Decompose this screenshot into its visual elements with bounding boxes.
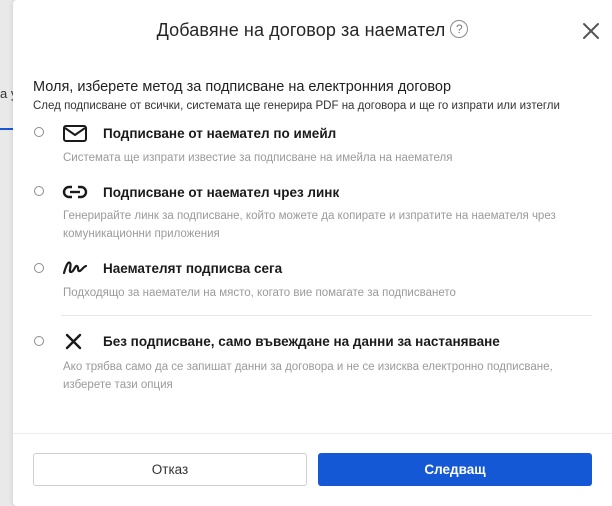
option-description: Системата ще изпрати известие за подписв… [63, 152, 453, 164]
option-title: Подписване от наемател чрез линк [103, 185, 340, 200]
cancel-button[interactable]: Отказ [33, 453, 307, 486]
radio-sign-by-link[interactable] [34, 186, 44, 196]
dialog-header: Добавяне на договор за наемател ? [13, 0, 612, 60]
intro-subtitle: След подписване от всички, системата ще … [33, 100, 560, 112]
close-icon [583, 23, 599, 39]
radio-sign-now[interactable] [34, 263, 44, 273]
link-icon [62, 185, 88, 199]
options-divider [61, 315, 592, 316]
next-button[interactable]: Следващ [318, 453, 592, 486]
option-title: Подписване от наемател по имейл [103, 126, 337, 141]
intro-section: Моля, изберете метод за подписване на ел… [33, 79, 603, 112]
option-description: Подходящо за наематели на място, когато … [63, 287, 456, 299]
help-icon[interactable]: ? [450, 20, 469, 38]
radio-no-signing[interactable] [34, 336, 44, 346]
close-button[interactable] [580, 20, 602, 42]
intro-title: Моля, изберете метод за подписване на ел… [33, 79, 452, 95]
signature-icon [62, 261, 88, 275]
envelope-icon [63, 125, 87, 142]
background-tab-indicator [0, 128, 14, 130]
radio-sign-by-email[interactable] [34, 127, 44, 137]
option-description: Генерирайте линк за подписване, който мо… [63, 210, 556, 240]
add-contract-dialog: Добавяне на договор за наемател ? Моля, … [13, 0, 612, 506]
background-tab-label: а у [0, 86, 14, 101]
footer-divider [13, 433, 612, 434]
option-title: Без подписване, само въвеждане на данни … [103, 334, 500, 349]
option-title: Наемателят подписва сега [103, 261, 283, 276]
dialog-title: Добавяне на договор за наемател [156, 19, 446, 40]
cross-icon [65, 333, 82, 350]
option-description: Ако трябва само да се запишат данни за д… [63, 361, 553, 391]
